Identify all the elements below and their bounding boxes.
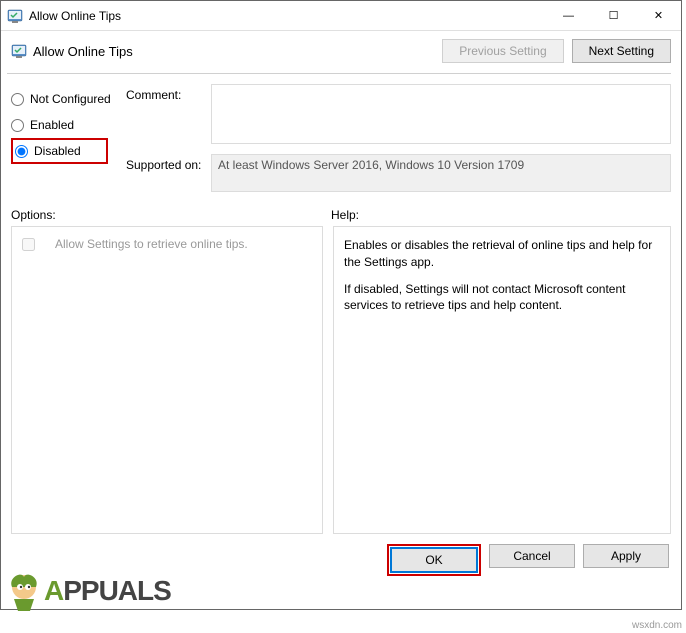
- minimize-button[interactable]: —: [546, 1, 591, 31]
- fields-column: Comment: Supported on: At least Windows …: [126, 84, 671, 202]
- header-row: Allow Online Tips Previous Setting Next …: [1, 31, 681, 71]
- radio-label: Not Configured: [30, 92, 111, 106]
- radio-disabled-input[interactable]: [15, 145, 28, 158]
- window-controls: — ☐ ✕: [546, 1, 681, 31]
- radio-enabled-input[interactable]: [11, 119, 24, 132]
- comment-row: Comment:: [126, 84, 671, 144]
- cancel-button[interactable]: Cancel: [489, 544, 575, 568]
- help-heading: Help:: [331, 208, 671, 222]
- supported-value: At least Windows Server 2016, Windows 10…: [218, 158, 524, 172]
- policy-title: Allow Online Tips: [33, 44, 442, 59]
- radio-not-configured-input[interactable]: [11, 93, 24, 106]
- comment-textarea[interactable]: [211, 84, 671, 144]
- policy-icon: [11, 43, 27, 59]
- divider: [7, 73, 671, 74]
- ok-button[interactable]: OK: [391, 548, 477, 572]
- supported-textbox: At least Windows Server 2016, Windows 10…: [211, 154, 671, 192]
- help-paragraph: Enables or disables the retrieval of onl…: [344, 237, 660, 271]
- apply-button[interactable]: Apply: [583, 544, 669, 568]
- next-setting-button[interactable]: Next Setting: [572, 39, 671, 63]
- options-heading: Options:: [11, 208, 331, 222]
- options-pane: Allow Settings to retrieve online tips.: [11, 226, 323, 534]
- config-area: Not Configured Enabled Disabled Comment:…: [1, 80, 681, 202]
- help-paragraph: If disabled, Settings will not contact M…: [344, 281, 660, 315]
- radio-disabled[interactable]: Disabled: [11, 138, 108, 164]
- previous-setting-button: Previous Setting: [442, 39, 563, 63]
- radio-not-configured[interactable]: Not Configured: [11, 86, 126, 112]
- comment-label: Comment:: [126, 84, 211, 144]
- ok-highlight: OK: [387, 544, 481, 576]
- option-checkbox: [22, 238, 35, 251]
- radio-label: Disabled: [34, 144, 81, 158]
- maximize-button[interactable]: ☐: [591, 1, 636, 31]
- watermark: wsxdn.com: [632, 620, 682, 631]
- mid-labels: Options: Help:: [1, 202, 681, 226]
- help-pane: Enables or disables the retrieval of onl…: [333, 226, 671, 534]
- policy-editor-window: Allow Online Tips — ☐ ✕ Allow Online Tip…: [0, 0, 682, 610]
- supported-row: Supported on: At least Windows Server 20…: [126, 154, 671, 192]
- titlebar[interactable]: Allow Online Tips — ☐ ✕: [1, 1, 681, 31]
- radio-label: Enabled: [30, 118, 74, 132]
- close-button[interactable]: ✕: [636, 1, 681, 31]
- option-label: Allow Settings to retrieve online tips.: [55, 237, 248, 251]
- logo-avatar-icon: [0, 567, 48, 615]
- nav-buttons: Previous Setting Next Setting: [442, 39, 671, 63]
- policy-icon: [7, 8, 23, 24]
- logo-text: APPUALS: [44, 575, 171, 607]
- state-radio-group: Not Configured Enabled Disabled: [11, 84, 126, 202]
- site-logo: APPUALS: [0, 567, 171, 615]
- window-title: Allow Online Tips: [29, 9, 546, 23]
- supported-label: Supported on:: [126, 154, 211, 192]
- lower-panes: Allow Settings to retrieve online tips. …: [1, 226, 681, 534]
- radio-enabled[interactable]: Enabled: [11, 112, 126, 138]
